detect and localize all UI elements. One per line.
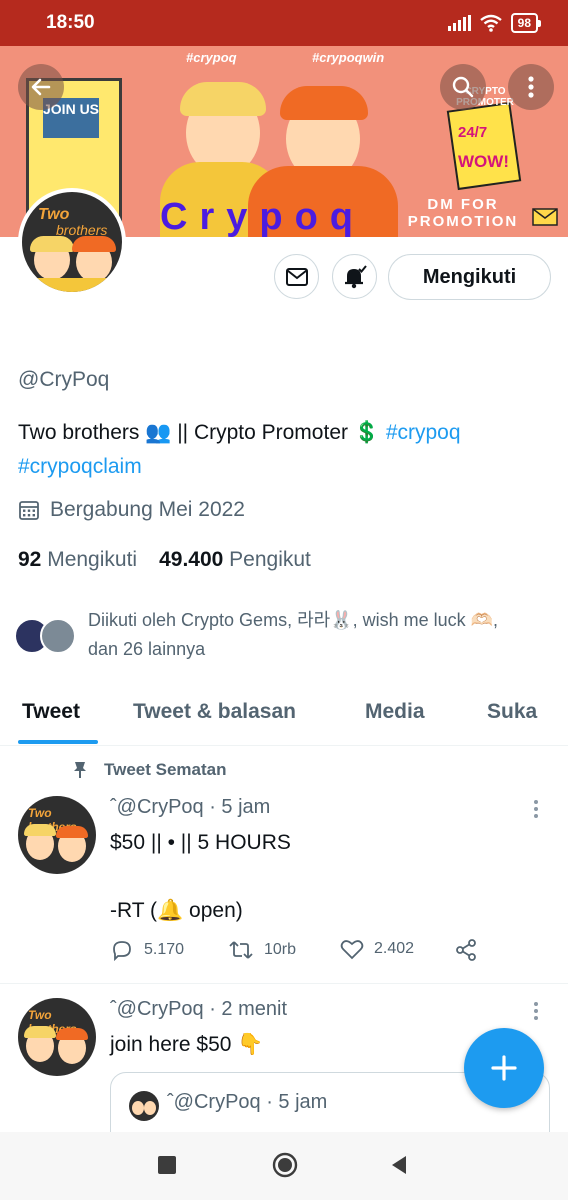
tweet-avatar[interactable]: Two brothers bbox=[18, 796, 96, 874]
profile-tabs: Tweet Tweet & balasan Media Suka bbox=[0, 684, 568, 746]
system-nav-bar bbox=[0, 1132, 568, 1200]
tab-tweet-replies[interactable]: Tweet & balasan bbox=[133, 700, 296, 724]
followed-by-text: Diikuti oleh Crypto Gems, 라라🐰, wish me l… bbox=[88, 610, 499, 659]
battery-indicator: 98 bbox=[510, 13, 542, 33]
profile-avatar[interactable]: Two brothers bbox=[18, 188, 126, 296]
tweet-more-icon[interactable] bbox=[534, 1002, 538, 1020]
reply-button[interactable]: 5.170 bbox=[110, 938, 184, 962]
followers-link[interactable]: 49.400 Pengikut bbox=[159, 548, 311, 572]
heart-icon bbox=[340, 940, 364, 960]
tweet-divider bbox=[0, 983, 568, 984]
retweet-icon bbox=[229, 941, 253, 959]
tab-tweet[interactable]: Tweet bbox=[22, 700, 80, 724]
following-button[interactable]: Mengikuti bbox=[388, 254, 551, 300]
envelope-icon bbox=[285, 267, 308, 286]
tweet-actions: 5.170 10rb 2.402 bbox=[110, 938, 550, 968]
pin-icon bbox=[74, 762, 86, 778]
tweet-header[interactable]: ˆ@CryPoq · 5 jam bbox=[110, 796, 270, 819]
bio-text: Two brothers 👥 || Crypto Promoter 💲 bbox=[18, 421, 380, 444]
tab-likes[interactable]: Suka bbox=[487, 700, 537, 724]
follower-avatars bbox=[14, 618, 84, 658]
message-button[interactable] bbox=[274, 254, 319, 299]
back-button[interactable] bbox=[18, 64, 64, 110]
like-button[interactable]: 2.402 bbox=[340, 938, 414, 960]
joined-date: Bergabung Mei 2022 bbox=[18, 498, 245, 522]
status-icons: 98 bbox=[447, 13, 542, 33]
more-options-button[interactable] bbox=[508, 64, 554, 110]
active-tab-indicator bbox=[18, 740, 98, 744]
arrow-left-icon bbox=[31, 78, 51, 96]
banner-tag-right: #crypoqwin bbox=[312, 50, 385, 65]
status-bar: 18:50 98 bbox=[0, 0, 568, 46]
more-vertical-icon bbox=[528, 76, 534, 98]
tweet-header[interactable]: ˆ@CryPoq · 2 menit bbox=[110, 998, 287, 1021]
circle-icon bbox=[272, 1152, 298, 1178]
banner-brand: Crypoq bbox=[160, 196, 365, 237]
joined-text: Bergabung Mei 2022 bbox=[50, 498, 245, 521]
recent-apps-button[interactable] bbox=[156, 1154, 178, 1181]
reply-icon bbox=[113, 941, 131, 962]
bio-hashtag-crypoq[interactable]: #crypoq bbox=[386, 421, 461, 444]
compose-tweet-button[interactable] bbox=[464, 1028, 544, 1108]
bell-check-icon bbox=[344, 264, 367, 288]
search-button[interactable] bbox=[440, 64, 486, 110]
quote-avatar bbox=[129, 1091, 159, 1121]
triangle-back-icon bbox=[392, 1156, 406, 1174]
share-icon bbox=[456, 939, 476, 961]
follow-stats: 92 Mengikuti 49.400 Pengikut bbox=[18, 548, 311, 572]
quote-header: ˆ@CryPoq · 5 jam bbox=[167, 1091, 328, 1113]
bio-hashtag-crypoqclaim[interactable]: #crypoqclaim bbox=[18, 455, 142, 478]
tweet-text: join here $50 👇 bbox=[110, 1033, 264, 1056]
tweet-avatar[interactable]: Two brothers bbox=[18, 998, 96, 1076]
tweet-more-icon[interactable] bbox=[534, 800, 538, 818]
share-button[interactable] bbox=[454, 938, 478, 962]
retweet-button[interactable]: 10rb bbox=[228, 938, 296, 962]
tweet-text: $50 || • || 5 HOURS bbox=[110, 831, 291, 854]
banner-tag-left: #crypoq bbox=[186, 50, 237, 65]
profile-bio: Two brothers 👥 || Crypto Promoter 💲 #cry… bbox=[18, 416, 558, 484]
banner-dm-text: DM FOR PROMOTION bbox=[407, 196, 519, 230]
calendar-icon bbox=[19, 501, 39, 520]
profile-handle: @CryPoq bbox=[18, 368, 110, 391]
back-nav-button[interactable] bbox=[388, 1154, 410, 1181]
mail-icon bbox=[532, 208, 558, 226]
square-icon bbox=[158, 1156, 176, 1174]
status-time: 18:50 bbox=[46, 12, 95, 33]
plus-icon bbox=[491, 1055, 517, 1081]
tab-media[interactable]: Media bbox=[365, 700, 425, 724]
search-icon bbox=[452, 76, 474, 98]
tweet-text: -RT (🔔 open) bbox=[110, 899, 243, 922]
wifi-icon bbox=[479, 14, 502, 32]
notifications-button[interactable] bbox=[332, 254, 377, 299]
following-link[interactable]: 92 Mengikuti bbox=[18, 548, 137, 572]
home-button[interactable] bbox=[272, 1152, 298, 1183]
signal-icon bbox=[447, 15, 471, 31]
follower-avatar bbox=[40, 618, 76, 654]
pinned-label: Tweet Sematan bbox=[72, 760, 227, 780]
